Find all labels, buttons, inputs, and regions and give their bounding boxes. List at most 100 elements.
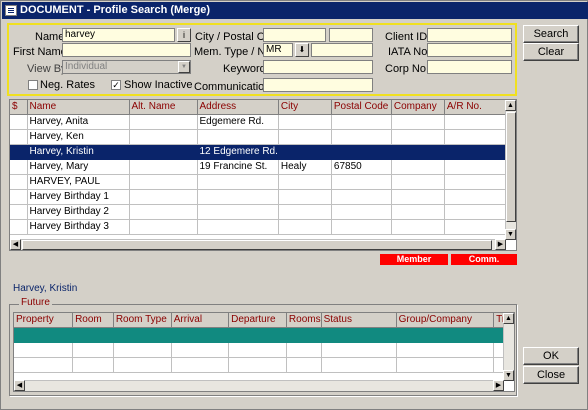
table-cell-alt (129, 174, 198, 190)
table-cell-address (197, 174, 279, 190)
clear-button[interactable]: Clear (523, 43, 579, 61)
postal-code-input[interactable] (329, 28, 373, 42)
future-cell (14, 342, 74, 358)
scroll-up-icon[interactable]: ▲ (503, 313, 514, 324)
iata-input[interactable] (427, 43, 512, 57)
future-cell (14, 357, 74, 373)
scroll-right-icon[interactable]: ▶ (493, 380, 504, 391)
table-cell-company (391, 144, 445, 160)
table-cell-city (278, 189, 332, 205)
table-cell-city (278, 174, 332, 190)
future-cell (171, 342, 230, 358)
ok-button[interactable]: OK (523, 347, 579, 365)
future-row[interactable] (14, 342, 514, 358)
future-column-header[interactable]: Departure (228, 313, 287, 328)
scroll-down-icon[interactable]: ▼ (505, 229, 516, 240)
future-cell (396, 342, 495, 358)
table-row[interactable]: Harvey Birthday 2 (10, 204, 506, 220)
close-button[interactable]: Close (523, 366, 579, 384)
future-vertical-scrollbar[interactable]: ▲ ▼ (503, 313, 514, 381)
communication-input[interactable] (263, 78, 373, 92)
keyword-input[interactable] (263, 60, 373, 74)
scroll-left-icon[interactable]: ◀ (10, 239, 21, 250)
results-horizontal-scrollbar[interactable]: ◀ ▶ (10, 239, 506, 250)
future-cell (321, 357, 397, 373)
neg-rates-checkbox[interactable] (28, 80, 38, 90)
table-cell-postal: 67850 (331, 159, 392, 175)
table-cell-company (391, 174, 445, 190)
results-vertical-scrollbar[interactable]: ▲ ▼ (505, 100, 516, 240)
results-column-header[interactable]: A/R No. (444, 100, 506, 115)
results-column-header[interactable]: $ (10, 100, 28, 115)
table-cell-alt (129, 189, 198, 205)
scroll-right-icon[interactable]: ▶ (495, 239, 506, 250)
window-title: DOCUMENT - Profile Search (Merge) (20, 4, 211, 16)
table-cell-flag (10, 174, 28, 190)
table-row[interactable]: Harvey, Ken (10, 129, 506, 145)
mem-no-input[interactable] (311, 43, 373, 57)
table-cell-name: Harvey Birthday 2 (27, 204, 130, 220)
future-row[interactable] (14, 357, 514, 373)
name-input[interactable]: harvey (62, 28, 175, 42)
comm-badge[interactable]: Comm. (451, 254, 517, 265)
name-label: Name (35, 31, 65, 43)
future-column-header[interactable]: Rooms (286, 313, 322, 328)
table-row[interactable]: Harvey, Mary 19 Francine St. Healy 67850 (10, 159, 506, 175)
table-cell-address: 12 Edgemere Rd. (197, 144, 279, 160)
future-column-header[interactable]: Arrival (171, 313, 230, 328)
results-grid[interactable]: $ Name Alt. Name Address City Postal Code Comp… (9, 99, 517, 251)
chevron-down-icon[interactable]: ▼ (178, 61, 190, 73)
show-inactive-checkbox[interactable]: ✓ (111, 80, 121, 90)
city-input[interactable] (263, 28, 326, 42)
results-hscroll-thumb[interactable] (22, 240, 492, 250)
future-grid[interactable]: Property Room Room Type Arrival Departure Roo… (13, 312, 515, 392)
future-column-header[interactable]: Room Type (113, 313, 172, 328)
mem-type-input[interactable]: MR (263, 43, 293, 57)
scroll-left-icon[interactable]: ◀ (14, 380, 25, 391)
results-column-header[interactable]: Postal Code (331, 100, 392, 115)
future-row[interactable] (14, 327, 514, 343)
future-cell (286, 327, 322, 343)
client-id-input[interactable] (427, 28, 512, 42)
table-cell-ar (444, 204, 506, 220)
info-button[interactable]: i (177, 28, 191, 42)
future-horizontal-scrollbar[interactable]: ◀ ▶ (14, 380, 504, 391)
table-cell-flag (10, 144, 28, 160)
results-scroll-thumb[interactable] (506, 112, 516, 222)
results-column-header[interactable]: Name (27, 100, 130, 115)
view-by-select[interactable]: Individual ▼ (62, 60, 191, 74)
results-column-header[interactable]: City (278, 100, 332, 115)
table-row[interactable]: HARVEY, PAUL (10, 174, 506, 190)
table-row[interactable]: Harvey Birthday 1 (10, 189, 506, 205)
table-cell-postal (331, 144, 392, 160)
future-label: Future (19, 297, 52, 308)
view-by-label: View By (27, 63, 67, 75)
future-cell (228, 357, 287, 373)
table-cell-ar (444, 189, 506, 205)
future-cell (72, 342, 114, 358)
member-badge[interactable]: Member (380, 254, 448, 265)
future-column-header[interactable]: Status (321, 313, 397, 328)
search-button[interactable]: Search (523, 25, 579, 43)
future-cell (171, 357, 230, 373)
mem-type-dropdown-icon[interactable]: ⬇ (295, 43, 309, 57)
table-cell-company (391, 129, 445, 145)
table-row[interactable]: Harvey, Kristin 12 Edgemere Rd. (10, 144, 506, 160)
table-cell-name: Harvey Birthday 1 (27, 189, 130, 205)
corp-no-input[interactable] (427, 60, 512, 74)
future-column-header[interactable]: Property (14, 313, 74, 328)
future-column-header[interactable]: Room (72, 313, 114, 328)
scroll-down-icon[interactable]: ▼ (503, 370, 514, 381)
future-column-header[interactable]: Group/Company (396, 313, 495, 328)
future-cell (14, 327, 74, 343)
future-cell (396, 327, 495, 343)
results-column-header[interactable]: Company (391, 100, 445, 115)
scroll-up-icon[interactable]: ▲ (505, 100, 516, 111)
table-cell-postal (331, 129, 392, 145)
first-name-input[interactable] (62, 43, 191, 57)
results-column-header[interactable]: Alt. Name (129, 100, 198, 115)
table-row[interactable]: Harvey, Anita Edgemere Rd. (10, 114, 506, 130)
results-column-header[interactable]: Address (197, 100, 279, 115)
table-row[interactable]: Harvey Birthday 3 (10, 219, 506, 235)
future-cell (113, 357, 172, 373)
